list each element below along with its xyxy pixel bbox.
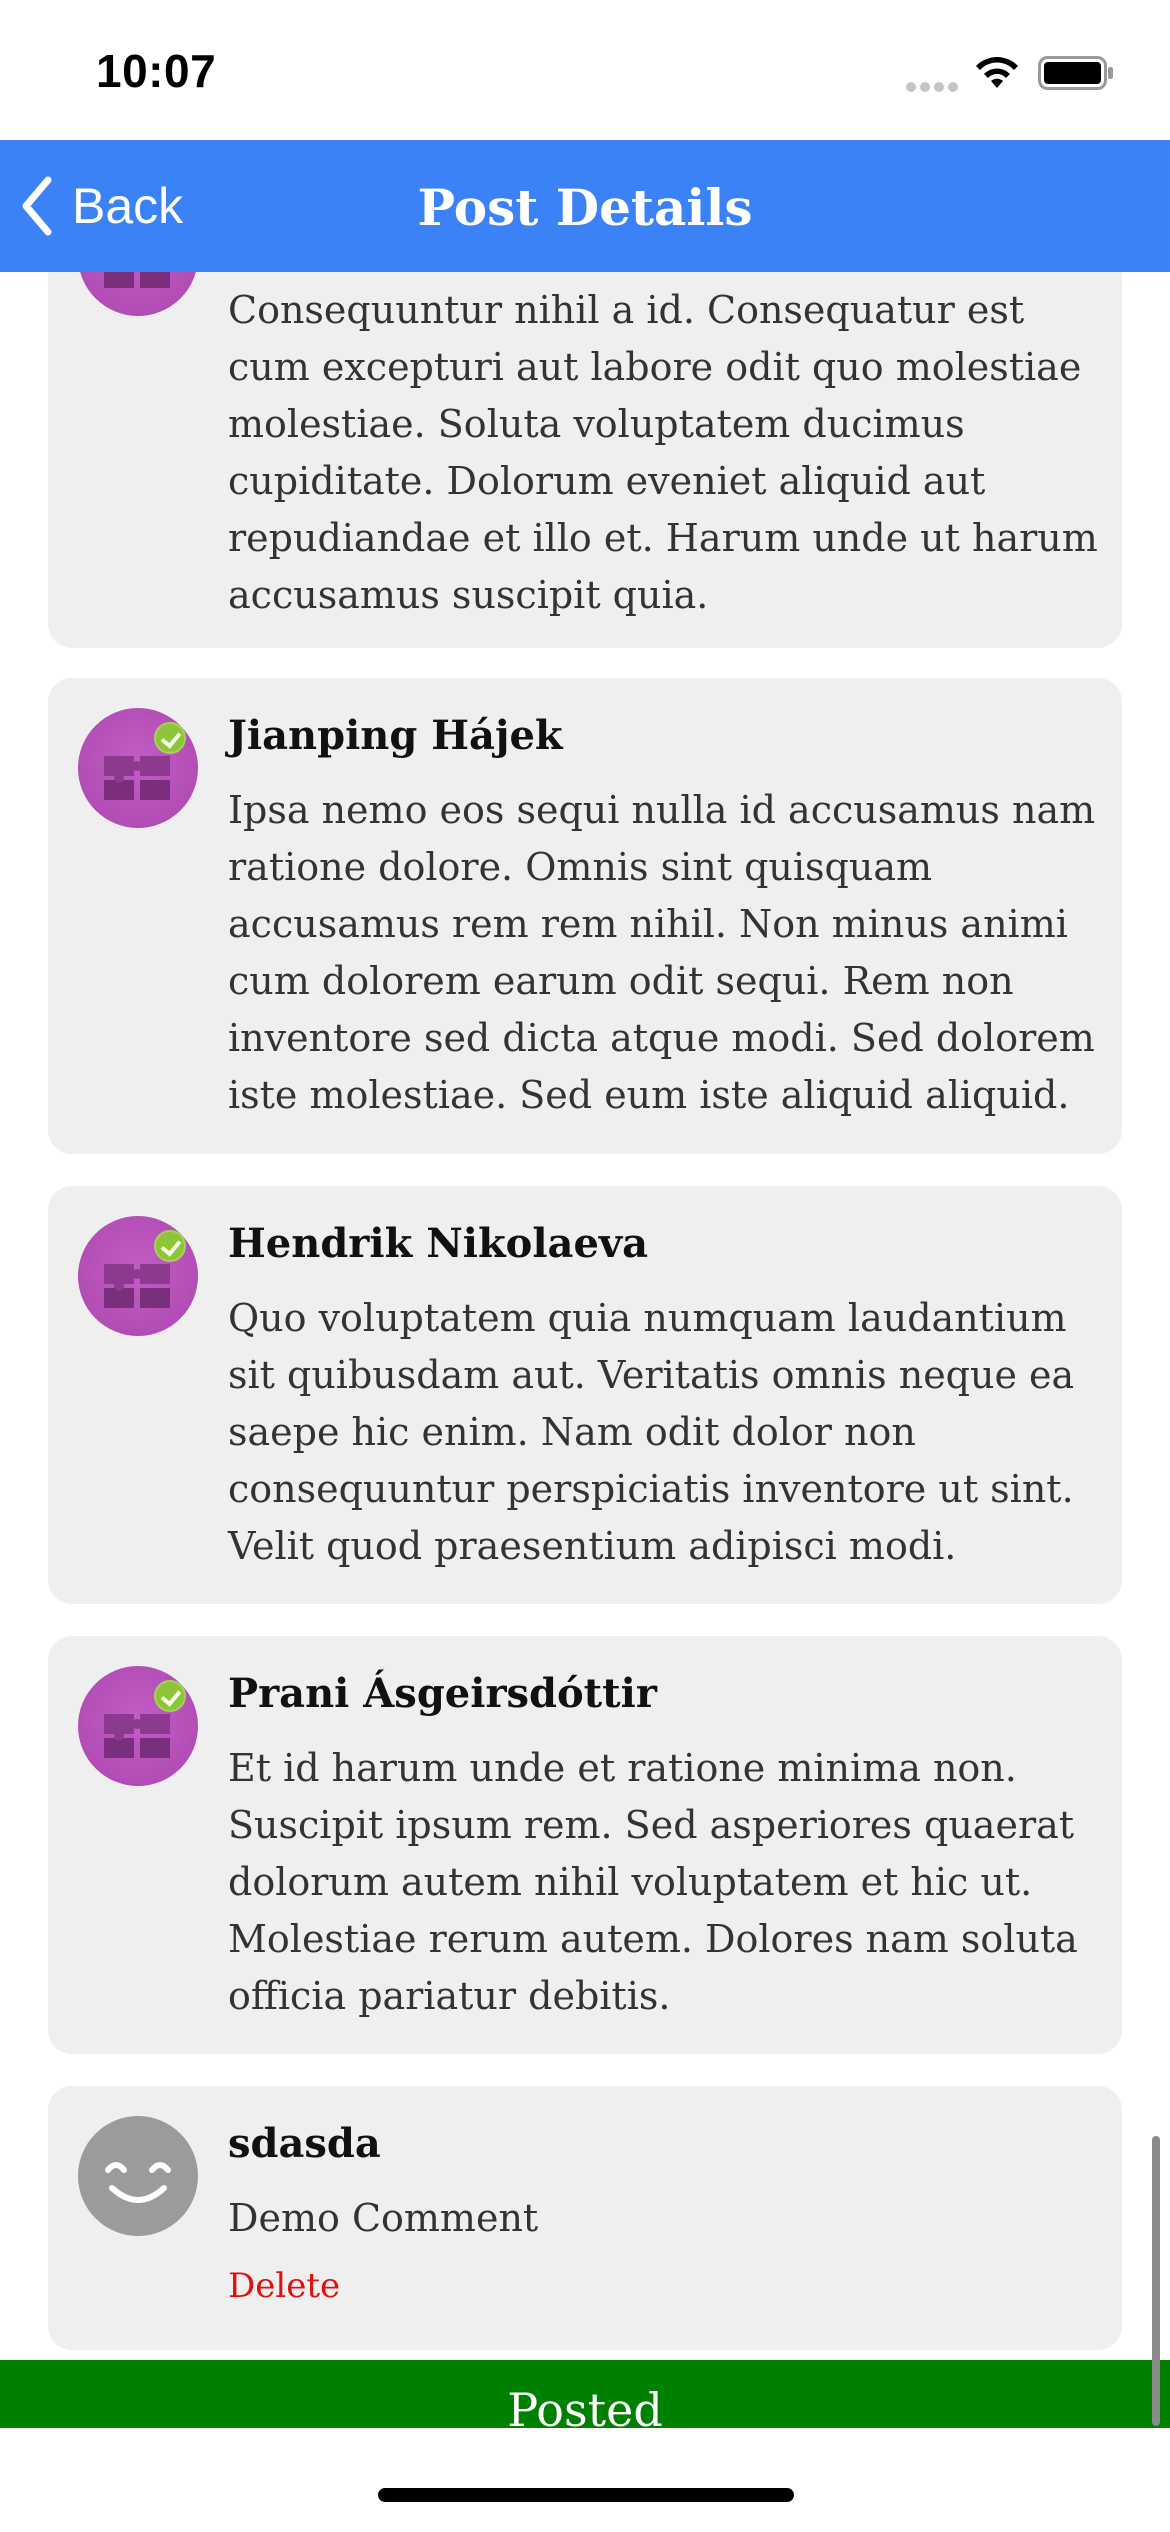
home-indicator[interactable] — [378, 2488, 794, 2502]
posted-banner: Posted — [0, 2360, 1170, 2428]
signal-icon — [906, 82, 958, 94]
avatar — [78, 1666, 198, 1786]
nav-bar: Back Post Details — [0, 140, 1170, 272]
comment-body: Quo voluptatem quia numquam laudantium s… — [228, 1296, 1075, 1568]
comment-author: Hendrik Nikolaeva — [228, 1220, 649, 1267]
avatar — [78, 2116, 198, 2236]
comment-card: Consequuntur nihil a id. Consequatur est… — [48, 272, 1122, 648]
verified-badge-icon — [154, 722, 186, 754]
comment-card: Hendrik Nikolaeva Quo voluptatem quia nu… — [48, 1186, 1122, 1604]
wifi-icon — [976, 57, 1018, 88]
comment-body: Consequuntur nihil a id. Consequatur est… — [228, 288, 1098, 617]
delete-button[interactable]: Delete — [228, 2266, 340, 2306]
screen: 10:07 Back Post Details Consequuntur nih… — [0, 0, 1170, 2532]
comment-body: Et id harum unde et ratione minima non. … — [228, 1746, 1078, 2018]
avatar — [78, 1216, 198, 1336]
status-time: 10:07 — [96, 45, 217, 97]
comment-body: Ipsa nemo eos sequi nulla id accusamus n… — [228, 788, 1096, 1117]
comment-body: Demo Comment — [228, 2196, 539, 2240]
comment-card: sdasda Demo Comment Delete — [48, 2086, 1122, 2350]
comment-card: Prani Ásgeirsdóttir Et id harum unde et … — [48, 1636, 1122, 2054]
comment-author: Prani Ásgeirsdóttir — [228, 1670, 657, 1717]
battery-icon — [1038, 56, 1113, 90]
avatar — [78, 708, 198, 828]
comment-author: sdasda — [228, 2120, 381, 2167]
verified-badge-icon — [154, 1230, 186, 1262]
status-bar: 10:07 — [0, 0, 1170, 140]
comment-author: Jianping Hájek — [228, 712, 563, 759]
avatar — [78, 272, 198, 316]
page-title: Post Details — [417, 178, 753, 237]
comments-list[interactable]: Consequuntur nihil a id. Consequatur est… — [0, 272, 1170, 2360]
comment-card: Jianping Hájek Ipsa nemo eos sequi nulla… — [48, 678, 1122, 1154]
smiley-avatar-icon — [105, 2162, 171, 2203]
scroll-indicator[interactable] — [1152, 2136, 1160, 2426]
verified-badge-icon — [154, 1680, 186, 1712]
puzzle-avatar-icon — [104, 272, 170, 288]
